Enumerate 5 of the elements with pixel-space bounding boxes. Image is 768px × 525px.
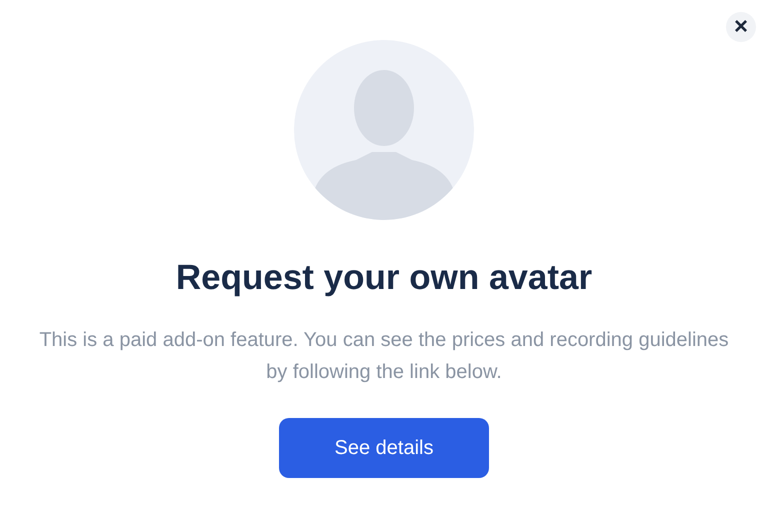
avatar-placeholder-icon (294, 40, 474, 220)
description-text: This is a paid add-on feature. You can see the prices and recording guidelines by following the link below. (38, 328, 730, 385)
close-button[interactable]: × (726, 12, 756, 42)
see-details-button[interactable]: See details (279, 418, 489, 478)
dialog-title: Request your own avatar (176, 257, 592, 299)
